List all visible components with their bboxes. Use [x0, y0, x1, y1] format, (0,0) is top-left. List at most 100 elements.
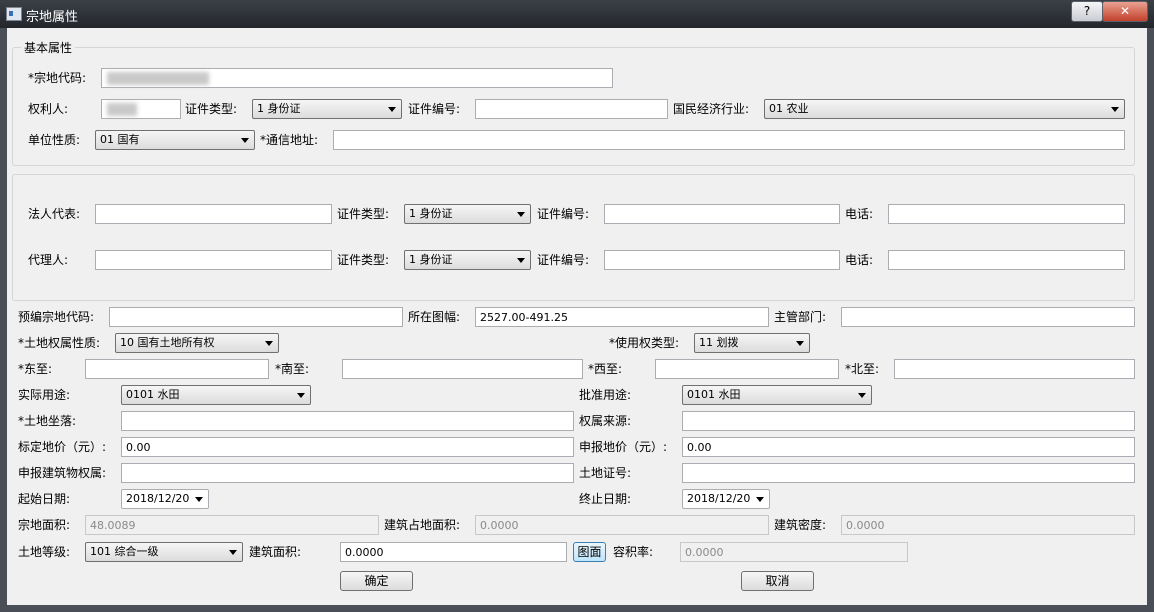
- south-label: *南至:: [275, 362, 310, 376]
- cert-type-select[interactable]: 1 身份证: [252, 99, 402, 119]
- legal-representative-group: [12, 174, 1135, 301]
- chevron-down-icon: [229, 550, 237, 555]
- cert-no-label: 证件编号:: [408, 102, 461, 116]
- chevron-down-icon: [517, 212, 525, 217]
- building-density-label: 建筑密度:: [774, 518, 827, 532]
- actual-use-label: 实际用途:: [18, 388, 71, 402]
- building-density-input: 0.0000: [841, 515, 1135, 535]
- legal-cert-type-value: 1 身份证: [409, 207, 453, 220]
- chevron-down-icon: [388, 107, 396, 112]
- legal-cert-no-input[interactable]: [604, 204, 840, 224]
- chevron-down-icon: [517, 258, 525, 263]
- agent-input[interactable]: [95, 250, 332, 270]
- east-input[interactable]: [85, 359, 269, 379]
- land-cert-input[interactable]: [682, 463, 1135, 483]
- std-price-label: 标定地价（元）:: [18, 440, 107, 454]
- use-right-type-value: 11 划拨: [699, 336, 739, 349]
- pre-code-label: 预编宗地代码:: [18, 310, 95, 324]
- west-label: *西至:: [588, 362, 623, 376]
- agent-cert-no-label: 证件编号:: [537, 253, 590, 267]
- land-grade-select[interactable]: 101 综合一级: [85, 542, 243, 562]
- start-date-picker[interactable]: 2018/12/20: [121, 489, 209, 509]
- location-input[interactable]: [121, 411, 574, 431]
- declared-price-input[interactable]: 0.00: [682, 437, 1135, 457]
- dialog-body: 基本属性 *宗地代码: 权利人: 证件类型: 1 身份证 证件编号: 国民经济行…: [7, 28, 1147, 605]
- help-button[interactable]: ?: [1071, 1, 1103, 22]
- cert-type-value: 1 身份证: [257, 102, 301, 115]
- building-footprint-input: 0.0000: [475, 515, 769, 535]
- chevron-down-icon: [756, 497, 764, 502]
- agent-cert-type-select[interactable]: 1 身份证: [404, 250, 531, 270]
- approved-use-select[interactable]: 0101 水田: [682, 385, 872, 405]
- chevron-down-icon: [265, 341, 273, 346]
- land-cert-label: 土地证号:: [579, 466, 632, 480]
- unit-nature-label: 单位性质:: [28, 133, 81, 147]
- plot-ratio-label: 容积率:: [613, 545, 654, 559]
- chevron-down-icon: [1111, 107, 1119, 112]
- land-grade-value: 101 综合一级: [90, 545, 159, 558]
- dept-input[interactable]: [841, 307, 1135, 327]
- map-sheet-input[interactable]: 2527.00-491.25: [475, 307, 769, 327]
- chevron-down-icon: [195, 497, 203, 502]
- redacted-parcel-code: [107, 72, 209, 85]
- group-title: 基本属性: [21, 39, 76, 56]
- close-button[interactable]: ✕: [1102, 1, 1148, 22]
- pre-code-input[interactable]: [109, 307, 403, 327]
- actual-use-select[interactable]: 0101 水田: [121, 385, 311, 405]
- dept-label: 主管部门:: [774, 310, 827, 324]
- north-label: *北至:: [845, 362, 880, 376]
- east-label: *东至:: [18, 362, 53, 376]
- cancel-button[interactable]: 取消: [741, 571, 814, 591]
- area-input: 48.0089: [85, 515, 379, 535]
- building-area-input[interactable]: 0.0000: [340, 542, 567, 562]
- north-input[interactable]: [894, 359, 1135, 379]
- building-footprint-label: 建筑占地面积:: [384, 518, 461, 532]
- ownership-nature-select[interactable]: 10 国有土地所有权: [115, 333, 279, 353]
- use-right-type-select[interactable]: 11 划拨: [694, 333, 810, 353]
- legal-rep-input[interactable]: [95, 204, 332, 224]
- redacted-owner: [107, 103, 137, 116]
- legal-cert-type-select[interactable]: 1 身份证: [404, 204, 531, 224]
- end-date-picker[interactable]: 2018/12/20: [682, 489, 770, 509]
- actual-use-value: 0101 水田: [126, 388, 180, 401]
- map-area-button[interactable]: 图面: [573, 542, 606, 562]
- chevron-down-icon: [297, 393, 305, 398]
- owner-label: 权利人:: [28, 102, 69, 116]
- agent-phone-input[interactable]: [888, 250, 1125, 270]
- location-label: *土地坐落:: [18, 414, 77, 428]
- std-price-input[interactable]: 0.00: [121, 437, 574, 457]
- legal-cert-type-label: 证件类型:: [337, 207, 390, 221]
- unit-nature-select[interactable]: 01 国有: [95, 130, 255, 150]
- cert-type-label: 证件类型:: [185, 102, 238, 116]
- land-grade-label: 土地等级:: [18, 545, 71, 559]
- west-input[interactable]: [655, 359, 839, 379]
- rights-source-input[interactable]: [682, 411, 1135, 431]
- address-input[interactable]: [333, 130, 1125, 150]
- ok-button[interactable]: 确定: [340, 571, 413, 591]
- industry-value: 01 农业: [769, 102, 809, 115]
- industry-select[interactable]: 01 农业: [764, 99, 1125, 119]
- declared-price-label: 申报地价（元）:: [579, 440, 668, 454]
- building-rights-input[interactable]: [121, 463, 574, 483]
- legal-cert-no-label: 证件编号:: [537, 207, 590, 221]
- legal-phone-input[interactable]: [888, 204, 1125, 224]
- area-label: 宗地面积:: [18, 518, 71, 532]
- approved-use-label: 批准用途:: [579, 388, 632, 402]
- agent-cert-no-input[interactable]: [604, 250, 840, 270]
- building-rights-label: 申报建筑物权属:: [18, 466, 107, 480]
- building-area-label: 建筑面积:: [249, 545, 302, 559]
- ownership-nature-value: 10 国有土地所有权: [120, 336, 215, 349]
- parcel-code-label: *宗地代码:: [28, 71, 87, 85]
- rights-source-label: 权属来源:: [579, 414, 632, 428]
- legal-phone-label: 电话:: [845, 207, 874, 221]
- cert-no-input[interactable]: [475, 99, 668, 119]
- window-title: 宗地属性: [26, 10, 79, 25]
- start-date-label: 起始日期:: [18, 492, 71, 506]
- approved-use-value: 0101 水田: [687, 388, 741, 401]
- end-date-value: 2018/12/20: [687, 492, 751, 505]
- chevron-down-icon: [858, 393, 866, 398]
- end-date-label: 终止日期:: [579, 492, 632, 506]
- south-input[interactable]: [342, 359, 583, 379]
- agent-cert-type-value: 1 身份证: [409, 253, 453, 266]
- legal-rep-label: 法人代表:: [28, 207, 81, 221]
